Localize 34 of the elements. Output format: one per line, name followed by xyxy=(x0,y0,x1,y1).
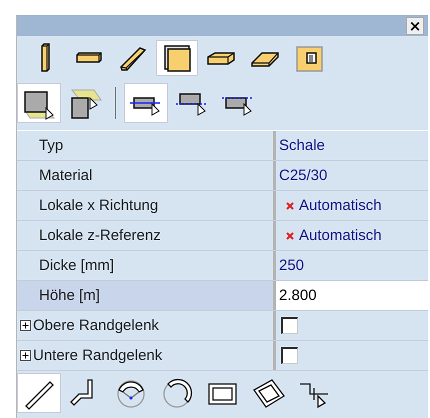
expand-icon[interactable] xyxy=(20,320,31,331)
property-value: 250 xyxy=(279,257,304,274)
cross-icon xyxy=(286,202,294,210)
property-value: Automatisch xyxy=(299,197,382,214)
property-value: Schale xyxy=(279,137,325,154)
property-value: C25/30 xyxy=(279,167,328,184)
close-button[interactable]: × xyxy=(406,16,424,34)
column-icon xyxy=(41,43,50,73)
property-label: Lokale z-Referenz xyxy=(39,227,161,244)
label-cell[interactable]: Lokale x Richtung xyxy=(17,191,276,220)
label-cell[interactable]: Höhe [m] xyxy=(17,281,276,310)
toolbar-button[interactable] xyxy=(17,83,61,123)
toolbar-button[interactable] xyxy=(124,83,168,123)
checkbox[interactable] xyxy=(281,317,298,334)
property-label: Obere Randgelenk xyxy=(33,317,159,334)
label-cell[interactable]: Obere Randgelenk xyxy=(17,311,276,340)
label-cell[interactable]: Untere Randgelenk xyxy=(17,341,276,370)
toolbar-button[interactable] xyxy=(17,373,61,413)
wall-icon xyxy=(162,43,192,73)
toolbar-button[interactable] xyxy=(156,40,198,76)
label-cell[interactable]: Lokale z-Referenz xyxy=(17,221,276,250)
property-label: Lokale x Richtung xyxy=(39,197,158,214)
property-value: Automatisch xyxy=(299,227,382,244)
property-label: Höhe [m] xyxy=(39,287,100,304)
label-cell[interactable]: Material xyxy=(17,161,276,190)
expand-icon[interactable] xyxy=(20,350,31,361)
property-label: Untere Randgelenk xyxy=(33,347,162,364)
property-label: Dicke [mm] xyxy=(39,257,114,274)
property-label: Material xyxy=(39,167,92,184)
label-cell[interactable]: Typ xyxy=(17,131,276,160)
cross-icon xyxy=(286,232,294,240)
height-field[interactable]: 2.800 xyxy=(276,281,428,310)
property-label: Typ xyxy=(39,137,64,154)
checkbox[interactable] xyxy=(281,347,298,364)
